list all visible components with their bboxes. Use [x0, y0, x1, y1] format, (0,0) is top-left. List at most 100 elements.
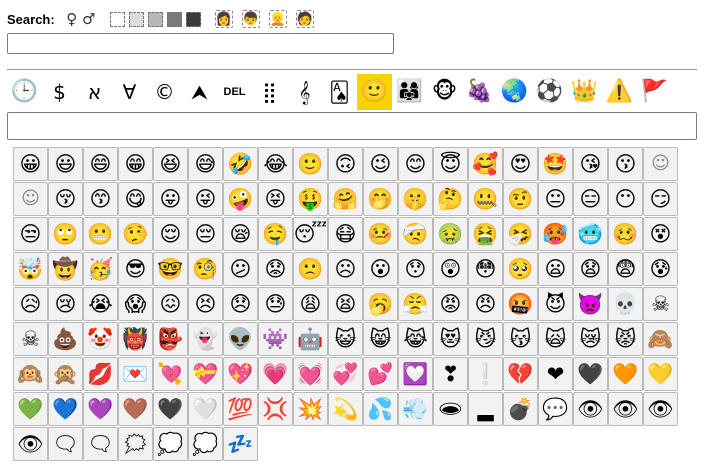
emoji-button[interactable]: 😆: [153, 147, 188, 181]
skin-tone-swatch[interactable]: [166, 11, 182, 27]
emoji-button[interactable]: 😝: [258, 182, 293, 216]
skin-tone-swatch[interactable]: [147, 11, 163, 27]
emoji-button[interactable]: 😕: [223, 252, 258, 286]
emoji-button[interactable]: 👹: [118, 322, 153, 356]
emoji-button[interactable]: 💨: [398, 392, 433, 426]
emoji-button[interactable]: 🙈: [643, 322, 678, 356]
emoji-button[interactable]: 😦: [538, 252, 573, 286]
emoji-button[interactable]: 💫: [328, 392, 363, 426]
emoji-button[interactable]: 😎: [118, 252, 153, 286]
emoji-button[interactable]: 💚: [13, 392, 48, 426]
emoji-button[interactable]: 🙄: [48, 217, 83, 251]
emoji-button[interactable]: 🤗: [328, 182, 363, 216]
emoji-button[interactable]: 🤫: [398, 182, 433, 216]
emoji-button[interactable]: 🥶: [573, 217, 608, 251]
emoji-button[interactable]: 🧐: [188, 252, 223, 286]
emoji-button[interactable]: 💭: [188, 427, 223, 461]
emoji-button[interactable]: 😱: [118, 287, 153, 321]
emoji-button[interactable]: 🤬: [503, 287, 538, 321]
emoji-button[interactable]: 😸: [363, 322, 398, 356]
emoji-button[interactable]: 💛: [643, 357, 678, 391]
category-tab-recent[interactable]: 🕒: [7, 74, 42, 110]
emoji-button[interactable]: 😊: [398, 147, 433, 181]
emoji-button[interactable]: 😤: [398, 287, 433, 321]
emoji-button[interactable]: 😿: [573, 322, 608, 356]
emoji-button[interactable]: 🕳: [433, 392, 468, 426]
emoji-button[interactable]: 💙: [48, 392, 83, 426]
emoji-button[interactable]: 👁: [608, 392, 643, 426]
emoji-button[interactable]: 😩: [293, 287, 328, 321]
emoji-button[interactable]: 😀: [13, 147, 48, 181]
emoji-button[interactable]: 😭: [83, 287, 118, 321]
emoji-button[interactable]: 🤩: [538, 147, 573, 181]
emoji-button[interactable]: 🤕: [398, 217, 433, 251]
category-tab-activities[interactable]: ⚽: [532, 74, 567, 110]
emoji-button[interactable]: 👾: [258, 322, 293, 356]
emoji-button[interactable]: 😼: [468, 322, 503, 356]
emoji-button[interactable]: 🤣: [223, 147, 258, 181]
category-tab-math[interactable]: ∀: [112, 74, 147, 110]
emoji-button[interactable]: 😖: [153, 287, 188, 321]
emoji-button[interactable]: 😏: [643, 182, 678, 216]
emoji-button[interactable]: 💜: [83, 392, 118, 426]
male-filter-icon[interactable]: ♂: [82, 10, 96, 28]
emoji-button[interactable]: 💝: [188, 357, 223, 391]
emoji-button[interactable]: 🙂: [293, 147, 328, 181]
emoji-button[interactable]: 😉: [363, 147, 398, 181]
emoji-button[interactable]: 🤯: [13, 252, 48, 286]
emoji-button[interactable]: 💟: [398, 357, 433, 391]
emoji-button[interactable]: 💢: [258, 392, 293, 426]
category-tab-letterlike[interactable]: א: [77, 74, 112, 110]
emoji-button[interactable]: 💔: [503, 357, 538, 391]
emoji-button[interactable]: 😓: [258, 287, 293, 321]
emoji-button[interactable]: 🤨: [503, 182, 538, 216]
emoji-button[interactable]: 🥰: [468, 147, 503, 181]
category-tab-control[interactable]: DEL: [217, 74, 252, 110]
emoji-button[interactable]: 😨: [608, 252, 643, 286]
emoji-button[interactable]: 👺: [153, 322, 188, 356]
emoji-button[interactable]: 😠: [468, 287, 503, 321]
emoji-button[interactable]: ☠: [13, 322, 48, 356]
emoji-button[interactable]: 😑: [573, 182, 608, 216]
emoji-button[interactable]: 💬: [538, 392, 573, 426]
emoji-button[interactable]: 💌: [118, 357, 153, 391]
emoji-button[interactable]: 🗨: [83, 427, 118, 461]
emoji-button[interactable]: 😮: [363, 252, 398, 286]
emoji-button[interactable]: 😄: [83, 147, 118, 181]
emoji-button[interactable]: 🙁: [293, 252, 328, 286]
emoji-button[interactable]: 😋: [118, 182, 153, 216]
emoji-button[interactable]: 🗨: [48, 427, 83, 461]
category-tab-games[interactable]: 🂡: [322, 74, 357, 110]
emoji-button[interactable]: 😯: [398, 252, 433, 286]
emoji-button[interactable]: 🤡: [83, 322, 118, 356]
emoji-button[interactable]: 😁: [118, 147, 153, 181]
emoji-button[interactable]: 😬: [83, 217, 118, 251]
emoji-button[interactable]: 🥳: [83, 252, 118, 286]
emoji-button[interactable]: 😗: [608, 147, 643, 181]
emoji-button[interactable]: 😌: [153, 217, 188, 251]
emoji-button[interactable]: 🤠: [48, 252, 83, 286]
emoji-button[interactable]: 😳: [468, 252, 503, 286]
emoji-button[interactable]: 😒: [13, 217, 48, 251]
emoji-button[interactable]: 🥺: [503, 252, 538, 286]
hair-style-swatch[interactable]: 👱: [268, 10, 287, 28]
emoji-button[interactable]: 😰: [643, 252, 678, 286]
emoji-button[interactable]: 🙉: [13, 357, 48, 391]
emoji-button[interactable]: 😞: [223, 287, 258, 321]
emoji-button[interactable]: ❕: [468, 357, 503, 391]
emoji-button[interactable]: 😟: [258, 252, 293, 286]
emoji-button[interactable]: 🤮: [468, 217, 503, 251]
emoji-button[interactable]: 💋: [83, 357, 118, 391]
emoji-button[interactable]: 👻: [188, 322, 223, 356]
emoji-button[interactable]: 🤑: [293, 182, 328, 216]
emoji-button[interactable]: 😘: [573, 147, 608, 181]
category-tab-symbols[interactable]: ©: [147, 74, 182, 110]
emoji-button[interactable]: 😥: [13, 287, 48, 321]
emoji-button[interactable]: 😇: [433, 147, 468, 181]
emoji-button[interactable]: 💘: [153, 357, 188, 391]
emoji-button[interactable]: 😾: [608, 322, 643, 356]
emoji-button[interactable]: 🤖: [293, 322, 328, 356]
category-tab-objects[interactable]: 👑: [567, 74, 602, 110]
emoji-button[interactable]: 🖤: [573, 357, 608, 391]
emoji-button[interactable]: 😂: [258, 147, 293, 181]
